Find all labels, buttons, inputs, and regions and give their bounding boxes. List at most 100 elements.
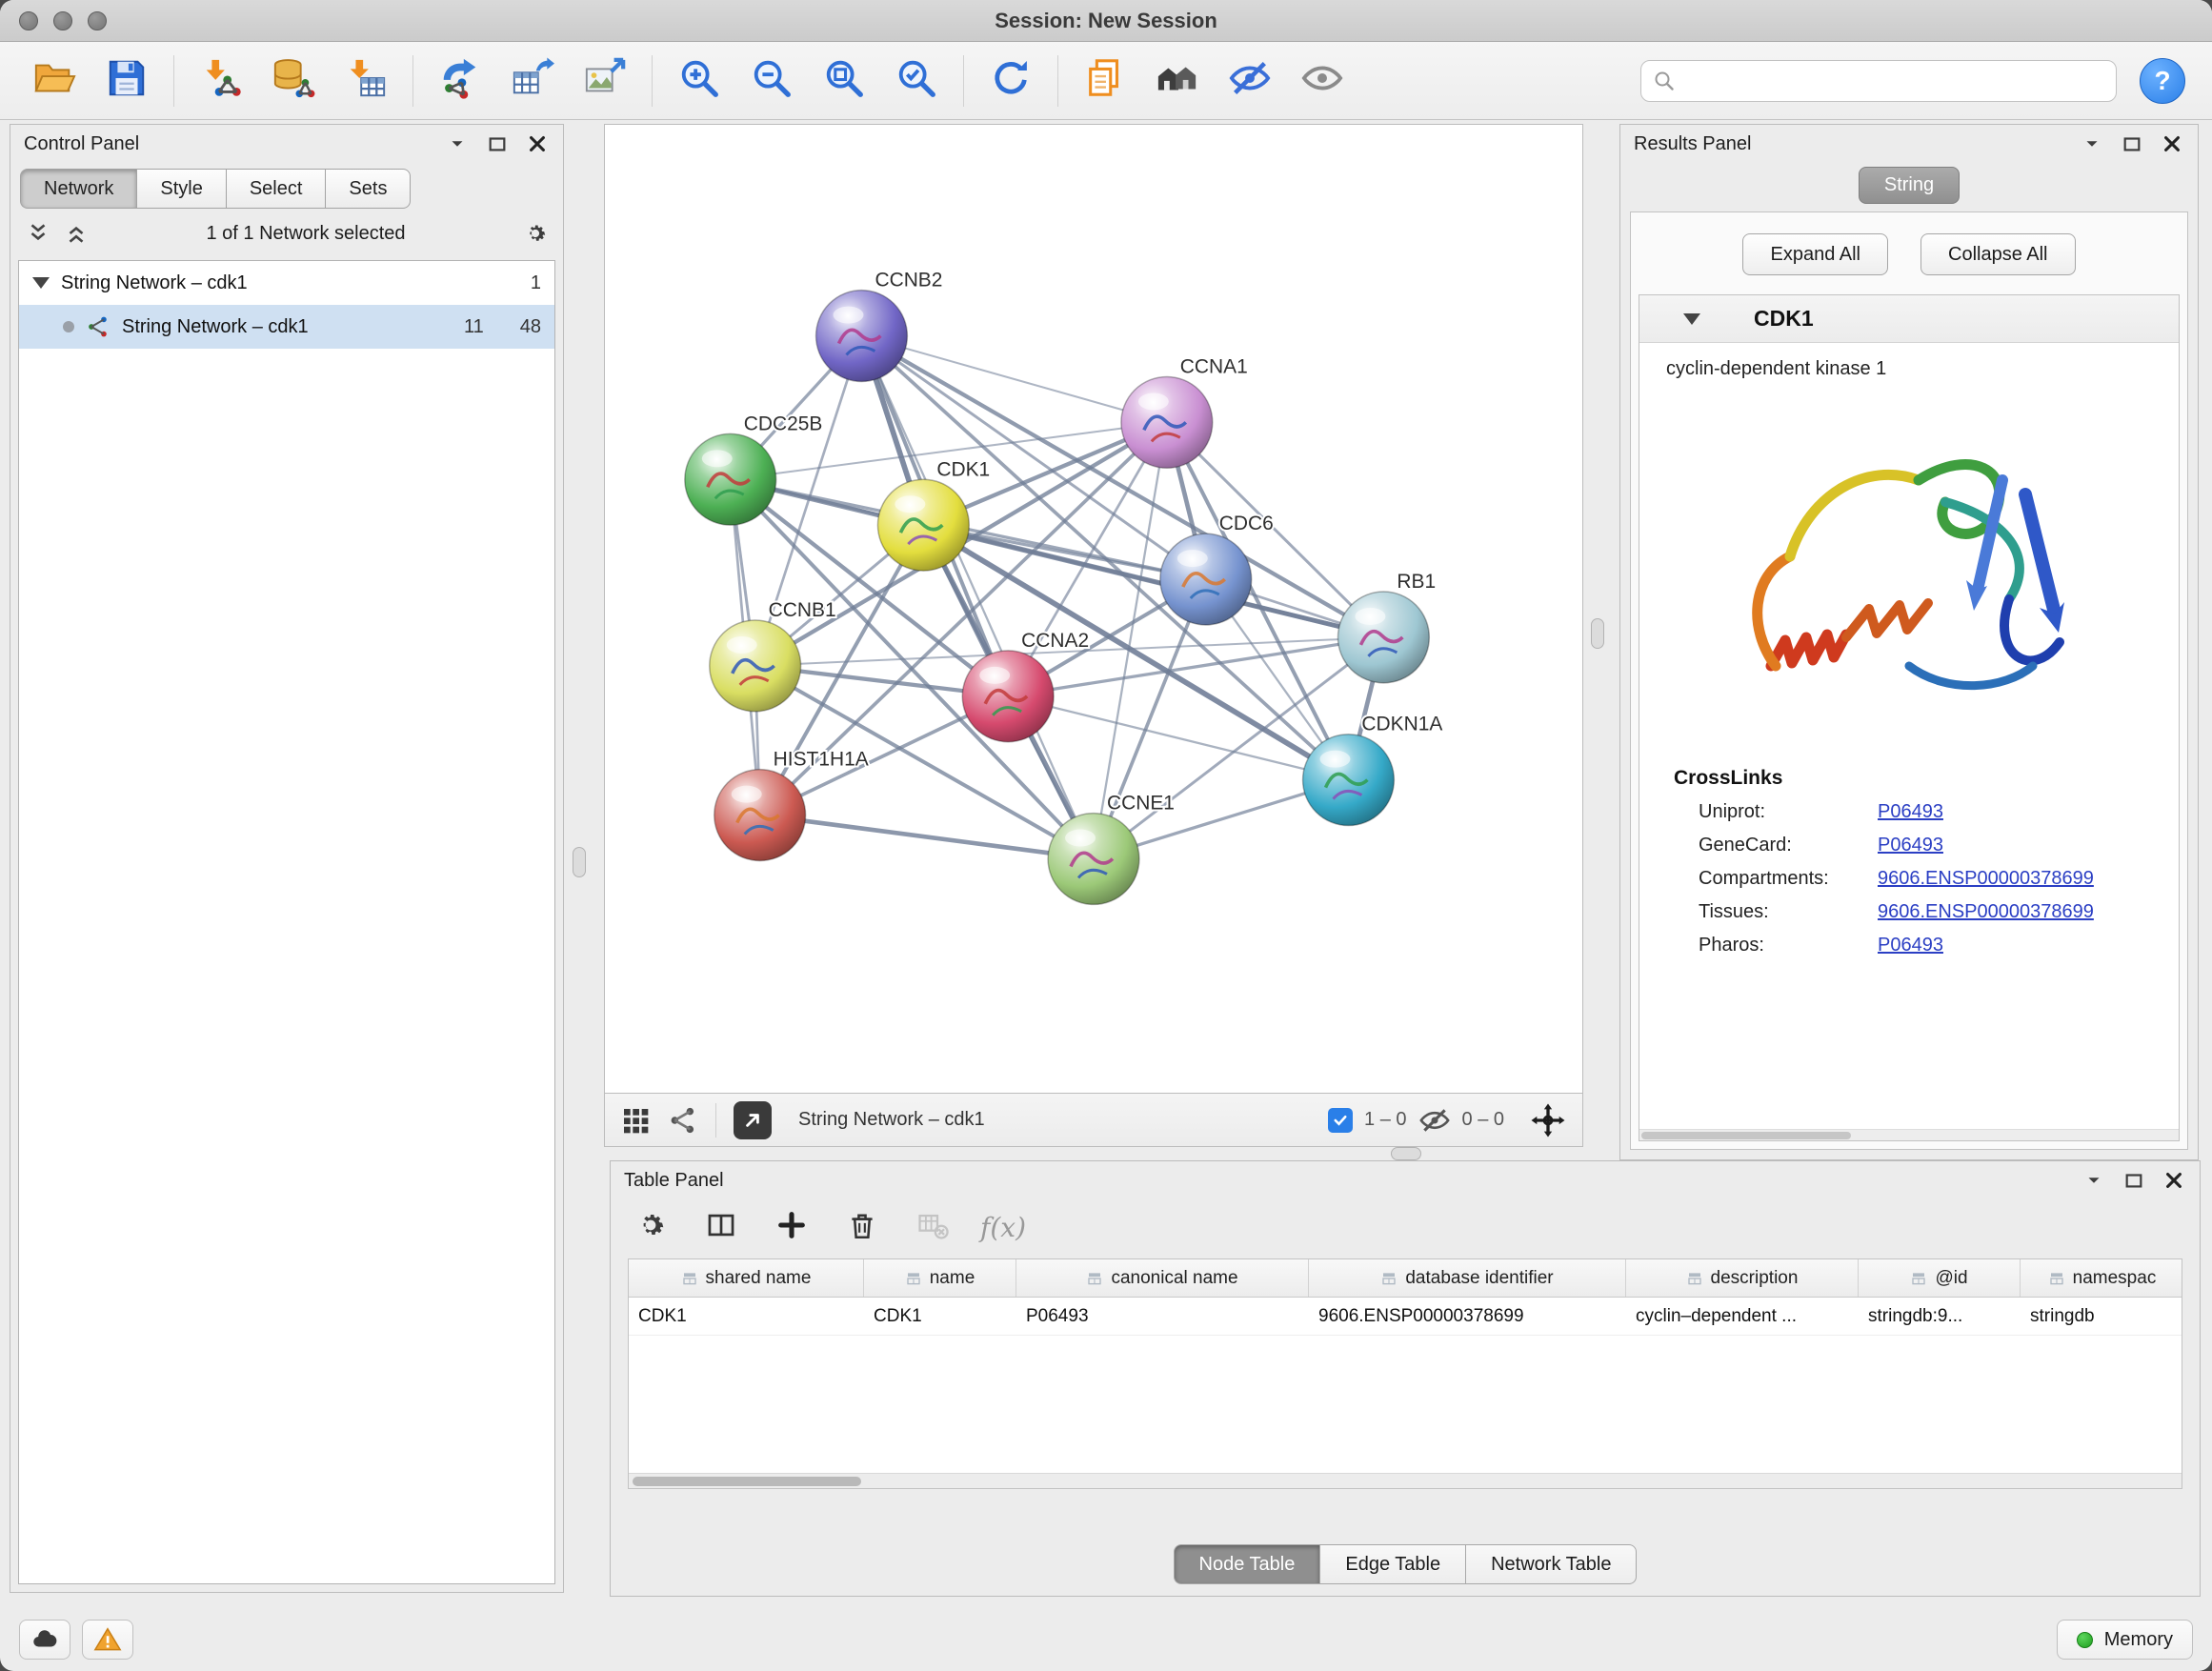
network-node-CCNB1[interactable]: CCNB1	[710, 599, 836, 712]
edge-CCNB2-CCNE1[interactable]	[861, 336, 1094, 859]
collapse-all-tree-icon[interactable]	[26, 221, 50, 246]
panel-chevron-down-icon[interactable]	[2080, 131, 2104, 156]
save-session-button[interactable]	[99, 53, 154, 109]
column-header-canonical-name[interactable]: canonical name	[1016, 1259, 1309, 1297]
delete-column-button[interactable]	[841, 1206, 883, 1248]
network-node-RB1[interactable]: RB1	[1337, 571, 1436, 683]
network-node-CCNA1[interactable]: CCNA1	[1121, 355, 1248, 468]
copy-button[interactable]	[1077, 53, 1133, 109]
column-header-database-identifier[interactable]: database identifier	[1309, 1259, 1626, 1297]
help-button[interactable]: ?	[2140, 58, 2185, 104]
minimize-window-button[interactable]	[53, 11, 72, 30]
left-splitter-handle[interactable]	[573, 847, 586, 877]
right-splitter-handle[interactable]	[1591, 618, 1604, 649]
network-graph[interactable]: CCNB2CCNA1CDC25BCDK1CDC6RB1CCNB1CCNA2CDK…	[605, 125, 1582, 1093]
hidden-eye-icon[interactable]	[1418, 1104, 1451, 1137]
columns-button[interactable]	[700, 1206, 742, 1248]
import-network-db-button[interactable]	[266, 53, 321, 109]
export-network-button[interactable]	[734, 1101, 772, 1139]
new-table-button[interactable]	[505, 53, 560, 109]
expand-all-tree-icon[interactable]	[64, 221, 89, 246]
tab-select[interactable]: Select	[226, 169, 326, 209]
open-session-button[interactable]	[27, 53, 82, 109]
network-canvas[interactable]: CCNB2CCNA1CDC25BCDK1CDC6RB1CCNB1CCNA2CDK…	[604, 124, 1583, 1094]
tree-expand-icon[interactable]	[32, 277, 50, 289]
panel-float-icon[interactable]	[2120, 131, 2144, 156]
column-header-namespac[interactable]: namespac	[2021, 1259, 2182, 1297]
share-network-icon[interactable]	[668, 1105, 698, 1136]
edge-HIST1H1A-CCNE1[interactable]	[760, 815, 1094, 859]
panel-float-icon[interactable]	[2122, 1168, 2146, 1193]
panel-float-icon[interactable]	[485, 131, 510, 156]
crosslink-link[interactable]: 9606.ENSP00000378699	[1878, 901, 2094, 923]
panel-close-icon[interactable]	[525, 131, 550, 156]
gene-header[interactable]: CDK1	[1639, 295, 2179, 343]
add-column-button[interactable]	[771, 1206, 813, 1248]
show-all-button[interactable]	[1295, 53, 1350, 109]
table-cell[interactable]: CDK1	[864, 1298, 1016, 1335]
crosslink-link[interactable]: P06493	[1878, 801, 1943, 823]
import-network-file-button[interactable]	[193, 53, 249, 109]
panel-close-icon[interactable]	[2162, 1168, 2186, 1193]
home-button[interactable]	[1150, 53, 1205, 109]
function-builder-button[interactable]: f(x)	[982, 1206, 1024, 1248]
network-collection-row[interactable]: String Network – cdk1 1	[19, 261, 554, 305]
expand-all-button[interactable]: Expand All	[1742, 233, 1888, 275]
fit-selected-icon[interactable]	[1529, 1101, 1567, 1139]
tab-network-table[interactable]: Network Table	[1465, 1544, 1637, 1584]
selected-checkbox[interactable]	[1328, 1108, 1353, 1133]
table-cell[interactable]: stringdb	[2021, 1298, 2182, 1335]
tab-sets[interactable]: Sets	[325, 169, 411, 209]
table-row[interactable]: CDK1CDK1P064939606.ENSP00000378699cyclin…	[629, 1298, 2182, 1336]
gear-icon[interactable]	[523, 221, 548, 246]
column-header-description[interactable]: description	[1626, 1259, 1859, 1297]
panel-close-icon[interactable]	[2160, 131, 2184, 156]
warning-button[interactable]	[82, 1620, 133, 1660]
import-table-file-button[interactable]	[338, 53, 393, 109]
refresh-layout-button[interactable]	[983, 53, 1038, 109]
new-network-button[interactable]	[432, 53, 488, 109]
network-edges[interactable]	[731, 336, 1384, 859]
crosslink-link[interactable]: 9606.ENSP00000378699	[1878, 868, 2094, 890]
crosslink-link[interactable]: P06493	[1878, 835, 1943, 856]
cloud-button[interactable]	[19, 1620, 70, 1660]
column-header-at-id[interactable]: @id	[1859, 1259, 2021, 1297]
search-input[interactable]	[1683, 70, 2104, 91]
table-cell[interactable]: stringdb:9...	[1859, 1298, 2021, 1335]
collapse-all-button[interactable]: Collapse All	[1920, 233, 2076, 275]
network-node-CDC25B[interactable]: CDC25B	[685, 413, 823, 525]
hide-selected-button[interactable]	[1222, 53, 1277, 109]
tab-network[interactable]: Network	[20, 169, 136, 209]
network-node-HIST1H1A[interactable]: HIST1H1A	[714, 749, 869, 861]
birds-eye-view-icon[interactable]	[620, 1105, 651, 1136]
table-hscrollbar[interactable]	[629, 1473, 2182, 1488]
network-node-CCNB2[interactable]: CCNB2	[816, 270, 943, 382]
zoom-fit-button[interactable]	[816, 53, 872, 109]
tab-node-table[interactable]: Node Table	[1174, 1544, 1320, 1584]
tab-edge-table[interactable]: Edge Table	[1319, 1544, 1465, 1584]
zoom-selected-button[interactable]	[889, 53, 944, 109]
network-row[interactable]: String Network – cdk1 11 48	[19, 305, 554, 349]
gear-button[interactable]	[630, 1206, 672, 1248]
table-cell[interactable]: P06493	[1016, 1298, 1309, 1335]
close-window-button[interactable]	[19, 11, 38, 30]
search-field[interactable]	[1640, 60, 2117, 102]
table-cell[interactable]: 9606.ENSP00000378699	[1309, 1298, 1626, 1335]
zoom-out-button[interactable]	[744, 53, 799, 109]
panel-chevron-down-icon[interactable]	[445, 131, 470, 156]
column-header-shared-name[interactable]: shared name	[629, 1259, 864, 1297]
column-header-name[interactable]: name	[864, 1259, 1016, 1297]
zoom-in-button[interactable]	[672, 53, 727, 109]
bottom-splitter-handle[interactable]	[1391, 1147, 1421, 1160]
export-image-button[interactable]	[577, 53, 633, 109]
zoom-window-button[interactable]	[88, 11, 107, 30]
memory-button[interactable]: Memory	[2057, 1620, 2193, 1660]
panel-chevron-down-icon[interactable]	[2081, 1168, 2106, 1193]
table-cell[interactable]: cyclin–dependent ...	[1626, 1298, 1859, 1335]
tab-style[interactable]: Style	[136, 169, 225, 209]
gene-collapse-icon[interactable]	[1683, 313, 1700, 325]
tab-string[interactable]: String	[1859, 167, 1960, 204]
gene-box-scrollbar[interactable]	[1639, 1129, 2179, 1140]
crosslink-link[interactable]: P06493	[1878, 935, 1943, 956]
table-cell[interactable]: CDK1	[629, 1298, 864, 1335]
